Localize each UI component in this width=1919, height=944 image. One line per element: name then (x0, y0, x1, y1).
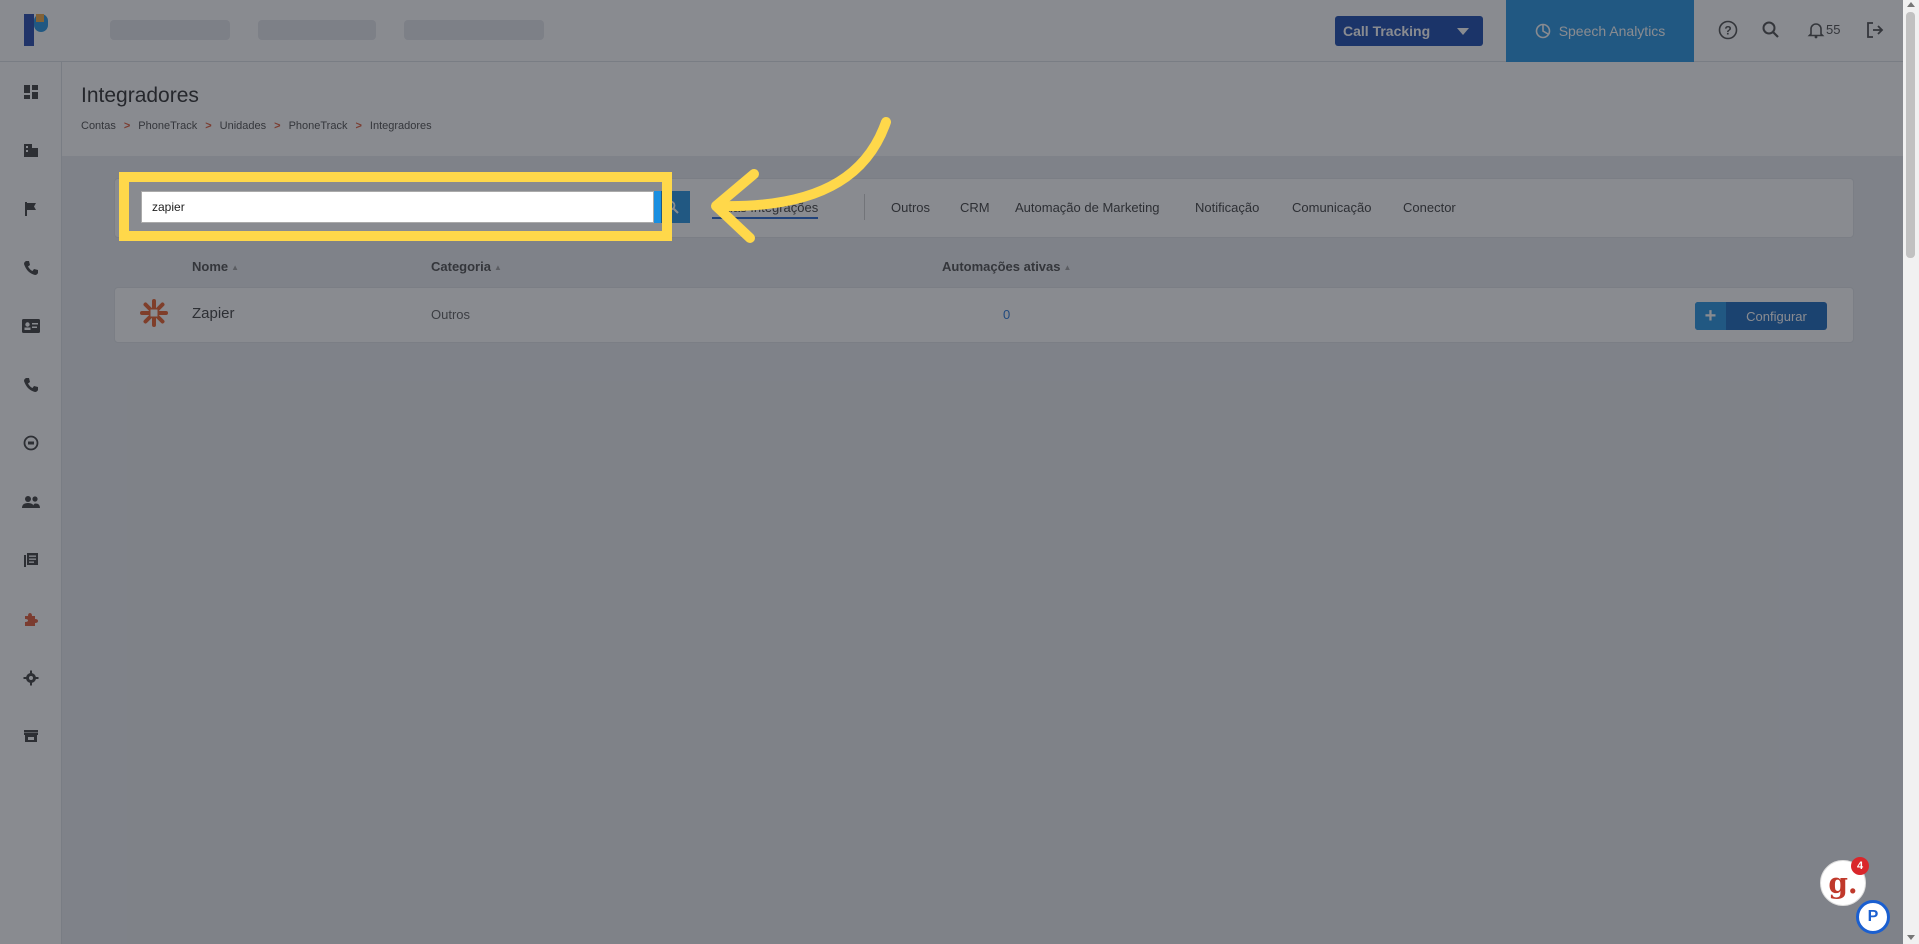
tab-crm[interactable]: CRM (960, 200, 990, 215)
breadcrumb-item-contas[interactable]: Contas (81, 120, 116, 132)
scrollbar-thumb[interactable] (1906, 12, 1915, 258)
breadcrumb-item-unidades[interactable]: Unidades (220, 120, 266, 132)
tab-comunicacao[interactable]: Comunicação (1292, 200, 1372, 215)
top-nav-item-1[interactable] (110, 20, 230, 40)
page-title: Integradores (81, 84, 199, 107)
top-nav-item-3[interactable] (404, 20, 544, 40)
users-icon[interactable] (18, 489, 44, 515)
configure-button[interactable]: + Configurar (1695, 302, 1827, 330)
configure-label: Configurar (1746, 308, 1807, 324)
zapier-logo-icon (140, 299, 168, 327)
speech-analytics-side-icon[interactable] (18, 430, 44, 456)
scroll-up-arrow-icon[interactable] (1907, 2, 1915, 7)
svg-text:?: ? (1724, 24, 1731, 38)
caret-down-icon (1457, 28, 1469, 35)
breadcrumb-separator: > (355, 120, 362, 132)
breadcrumb-item-phonetrack-unit[interactable]: PhoneTrack (289, 120, 348, 132)
scroll-down-arrow-icon[interactable] (1907, 935, 1915, 940)
call-icon[interactable] (18, 372, 44, 398)
tab-notificacao[interactable]: Notificação (1195, 200, 1259, 215)
tutorial-arrow-icon (711, 117, 891, 243)
dashboard-icon[interactable] (18, 79, 44, 105)
column-header-nome-label: Nome (192, 259, 229, 274)
breadcrumb: Contas > PhoneTrack > Unidades > PhoneTr… (81, 120, 432, 132)
phonetrack-chat-icon[interactable]: P (1856, 900, 1890, 934)
store-icon[interactable] (18, 723, 44, 749)
help-icon[interactable]: ? (1715, 17, 1741, 43)
column-header-nome[interactable]: Nome ▲ (192, 259, 239, 274)
phone-icon[interactable] (18, 255, 44, 281)
chat-notification-badge: 4 (1851, 857, 1869, 875)
logout-icon[interactable] (1862, 17, 1888, 43)
speech-analytics-label: Speech Analytics (1558, 23, 1666, 39)
tab-conector[interactable]: Conector (1403, 200, 1456, 215)
sort-arrow-icon: ▲ (231, 263, 240, 273)
sort-arrow-icon: ▲ (493, 263, 502, 273)
row-category: Outros (431, 307, 471, 322)
product-select[interactable]: Call Tracking (1335, 16, 1483, 46)
breadcrumb-item-integradores: Integradores (369, 120, 432, 132)
flag-icon[interactable] (18, 196, 44, 222)
contact-card-icon[interactable] (18, 313, 44, 339)
plus-icon: + (1695, 302, 1726, 330)
column-header-automacoes-label: Automações ativas (942, 259, 1061, 274)
settings-gear-icon[interactable] (18, 665, 44, 691)
tutorial-highlight-box (119, 172, 672, 241)
top-nav-item-2[interactable] (258, 20, 376, 40)
sort-arrow-icon: ▲ (1063, 263, 1072, 273)
search-icon[interactable] (1758, 17, 1784, 43)
sidebar (0, 62, 62, 944)
speech-analytics-icon (1535, 23, 1550, 39)
breadcrumb-separator: > (123, 120, 131, 132)
row-active-automations[interactable]: 0 (1003, 307, 1010, 322)
library-icon[interactable] (18, 547, 44, 573)
table-row (114, 287, 1854, 343)
integrations-puzzle-icon[interactable] (18, 606, 44, 632)
speech-analytics-button[interactable]: Speech Analytics (1506, 0, 1694, 62)
breadcrumb-item-phonetrack[interactable]: PhoneTrack (138, 120, 197, 132)
phonetrack-logo[interactable] (22, 12, 56, 48)
column-header-automacoes-ativas[interactable]: Automações ativas ▲ (942, 259, 1071, 274)
breadcrumb-separator: > (274, 120, 281, 132)
tab-automacao-de-marketing[interactable]: Automação de Marketing (1015, 200, 1160, 215)
row-name: Zapier (192, 305, 235, 322)
column-header-categoria-label: Categoria (431, 259, 491, 274)
breadcrumb-separator: > (205, 120, 212, 132)
page-header: Integradores Contas > PhoneTrack > Unida… (62, 62, 1903, 156)
column-header-categoria[interactable]: Categoria ▲ (431, 259, 502, 274)
product-select-label: Call Tracking (1343, 23, 1431, 39)
notifications-count: 55 (1826, 22, 1841, 37)
building-icon[interactable] (18, 137, 44, 163)
top-bar: Call Tracking Speech Analytics ? 55 (0, 0, 1903, 62)
